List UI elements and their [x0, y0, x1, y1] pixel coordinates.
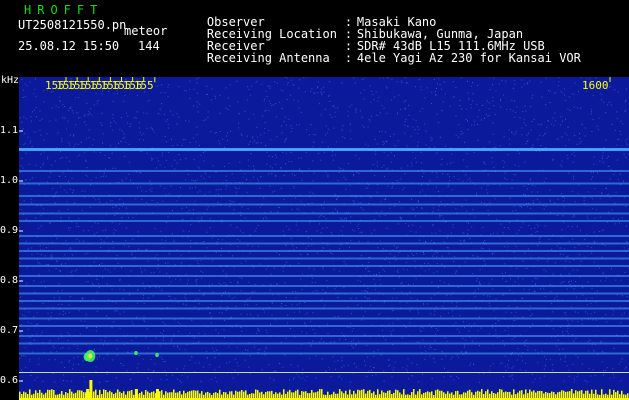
observation-datetime: 25.08.12 15:50	[18, 39, 120, 53]
header-panel: HROFFT UT2508121550.pn meteor 25.08.12 1…	[0, 0, 629, 77]
strong-carrier-band	[19, 148, 629, 151]
carrier-band	[19, 285, 629, 287]
y-tick-label: 1.1	[0, 125, 19, 136]
info-row-antenna: Receiving Antenna:4ele Yagi Az 230 for K…	[178, 40, 581, 76]
carrier-band	[19, 307, 629, 310]
info-separator: :	[344, 51, 353, 65]
carrier-band	[19, 292, 629, 295]
carrier-band	[19, 335, 629, 337]
y-axis-unit: kHz	[1, 75, 20, 86]
y-tick-label: 0.7	[0, 325, 19, 336]
carrier-band	[19, 275, 629, 277]
carrier-band	[19, 265, 629, 267]
carrier-band	[19, 250, 629, 252]
meteor-echo	[134, 350, 138, 356]
carrier-band	[19, 182, 629, 185]
x-tick-label: 1600	[582, 79, 609, 92]
y-tick-label: 1.0	[0, 175, 19, 186]
carrier-band	[19, 300, 629, 302]
signal-peak	[134, 389, 138, 398]
signal-peak	[156, 389, 159, 398]
carrier-band	[19, 257, 629, 260]
carrier-band	[19, 235, 629, 237]
app-title: HROFFT	[24, 3, 104, 17]
carrier-band	[19, 242, 629, 245]
file-name: UT2508121550.pn	[18, 18, 127, 32]
y-tick-label: 0.6	[0, 375, 19, 386]
echo-count: 144	[138, 39, 160, 53]
carrier-band	[19, 325, 629, 327]
file-type-label: meteor	[124, 24, 168, 38]
carrier-band	[19, 212, 629, 215]
y-tick-label: 0.8	[0, 275, 19, 286]
info-label: Receiving Antenna	[206, 51, 330, 65]
signal-peak	[89, 380, 93, 398]
carrier-band	[19, 195, 629, 197]
y-tick-label: 0.9	[0, 225, 19, 236]
x-tick-label: 155	[133, 79, 154, 92]
spectrogram-plot	[19, 77, 629, 400]
signal-peak	[86, 389, 90, 398]
carrier-band	[19, 220, 629, 222]
carrier-band	[19, 342, 629, 345]
spectrogram-background	[19, 77, 629, 400]
carrier-band	[19, 317, 629, 320]
meteor-echo	[155, 352, 159, 358]
spectrogram-canvas	[19, 77, 629, 400]
info-value: 4ele Yagi Az 230 for Kansai VOR	[356, 51, 581, 65]
carrier-band	[19, 203, 629, 206]
carrier-band	[19, 170, 629, 172]
carrier-band	[19, 352, 629, 355]
meteor-echo-core	[88, 353, 93, 359]
